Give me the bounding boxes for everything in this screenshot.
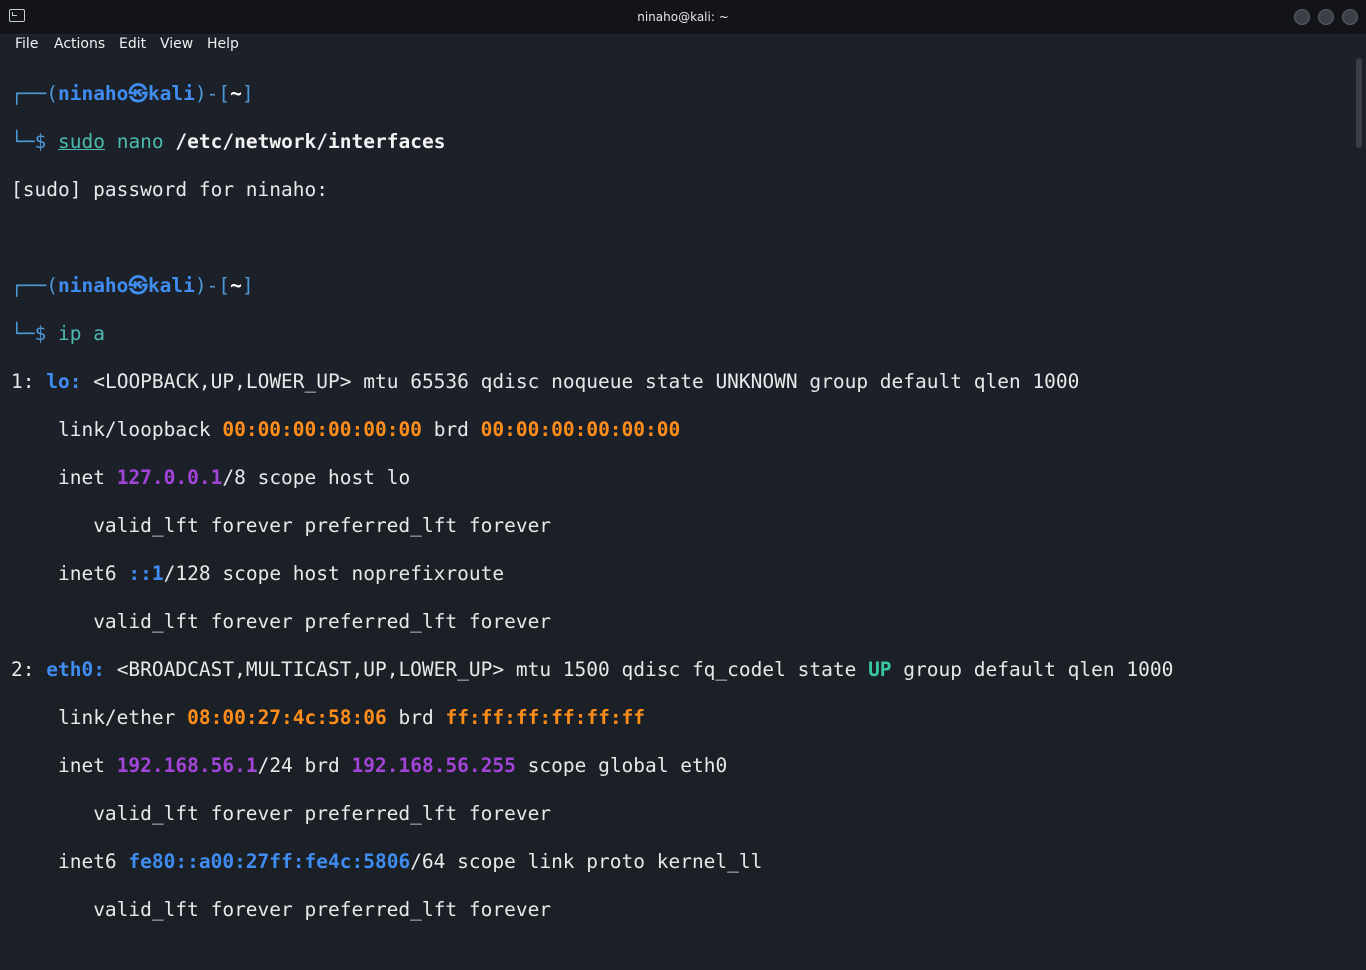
output-line: inet 127.0.0.1/8 scope host lo	[57, 466, 411, 489]
output-line: link/ether 08:00:27:4c:58:06 brd ff:ff:f…	[57, 706, 646, 729]
menu-actions[interactable]: Actions	[54, 36, 105, 52]
output-line: valid_lft forever preferred_lft forever	[93, 898, 552, 921]
terminal-window: ninaho@kali: ~ File Actions Edit View He…	[0, 0, 1366, 921]
output-line: link/loopback 00:00:00:00:00:00 brd 00:0…	[57, 418, 681, 441]
output-line: valid_lft forever preferred_lft forever	[93, 610, 552, 633]
output-line: inet6 ::1/128 scope host noprefixroute	[57, 562, 505, 585]
minimize-button[interactable]	[1294, 9, 1310, 25]
terminal-output[interactable]: ┌──(ninaho㉿kali)-[~] └─$ sudo nano /etc/…	[11, 58, 1351, 921]
window-title: ninaho@kali: ~	[637, 10, 729, 24]
title-bar[interactable]: ninaho@kali: ~	[0, 0, 1366, 35]
scrollbar[interactable]	[1356, 58, 1362, 498]
menu-help[interactable]: Help	[207, 36, 239, 52]
menu-edit[interactable]: Edit	[119, 36, 146, 52]
prompt-line: ┌──(ninaho㉿kali)-[~]	[11, 82, 254, 105]
output-line: valid_lft forever preferred_lft forever	[93, 514, 552, 537]
output-line: [sudo] password for ninaho:	[11, 178, 328, 201]
maximize-button[interactable]	[1318, 9, 1334, 25]
menu-view[interactable]: View	[160, 36, 193, 52]
menu-file[interactable]: File	[15, 36, 38, 52]
output-line: 2: eth0: <BROADCAST,MULTICAST,UP,LOWER_U…	[11, 658, 1174, 681]
output-line: valid_lft forever preferred_lft forever	[93, 802, 552, 825]
output-line: inet 192.168.56.1/24 brd 192.168.56.255 …	[57, 754, 728, 777]
output-line: inet6 fe80::a00:27ff:fe4c:5806/64 scope …	[57, 850, 763, 873]
output-line: 1: lo: <LOOPBACK,UP,LOWER_UP> mtu 65536 …	[11, 370, 1080, 393]
menu-bar: File Actions Edit View Help	[0, 35, 1366, 55]
command-line: └─$ ip a	[11, 322, 105, 345]
close-button[interactable]	[1342, 9, 1358, 25]
command-line: └─$ sudo nano /etc/network/interfaces	[11, 130, 446, 153]
prompt-line: ┌──(ninaho㉿kali)-[~]	[11, 274, 254, 297]
